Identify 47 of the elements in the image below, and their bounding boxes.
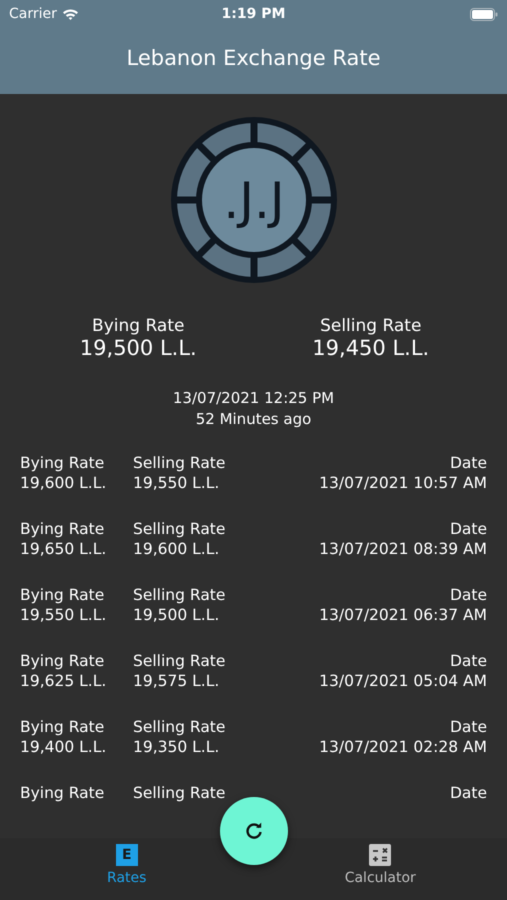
date-value: 13/07/2021 02:28 AM xyxy=(319,737,487,757)
selling-rate-value: 19,550 L.L. xyxy=(133,473,220,493)
selling-rate-value: 19,500 L.L. xyxy=(133,605,220,625)
buying-rate-label: Bying Rate xyxy=(20,651,106,671)
date-label: Date xyxy=(450,717,487,737)
buying-rate-label: Bying Rate xyxy=(20,585,106,605)
buying-rate-value: 19,625 L.L. xyxy=(20,671,108,691)
status-time: 1:19 PM xyxy=(222,6,286,22)
date-value: 13/07/2021 05:04 AM xyxy=(319,671,487,691)
date-label: Date xyxy=(450,519,487,539)
buying-rate-label: Bying Rate xyxy=(20,519,106,539)
date-label: Date xyxy=(450,783,487,803)
buying-rate-value: 19,650 L.L. xyxy=(20,539,108,559)
selling-rate-label: Selling Rate xyxy=(133,783,226,803)
date-label: Date xyxy=(450,453,487,473)
buying-rate-value: 19,600 L.L. xyxy=(20,473,108,493)
buying-rate-value: 19,550 L.L. xyxy=(20,605,108,625)
date-label: Date xyxy=(450,651,487,671)
battery-icon xyxy=(470,8,498,20)
letter-icon: E xyxy=(116,844,138,866)
selling-rate-label: Selling Rate xyxy=(133,585,226,605)
app-title: Lebanon Exchange Rate xyxy=(125,45,382,72)
buying-rate-label: Bying Rate xyxy=(20,783,106,803)
buying-rate-label: Bying Rate xyxy=(92,316,184,336)
buying-rate-value: 19,400 L.L. xyxy=(20,737,108,757)
date-value: 13/07/2021 06:37 AM xyxy=(319,605,487,625)
update-age: 52 Minutes ago xyxy=(196,409,312,430)
wifi-icon xyxy=(62,8,79,20)
calculator-icon xyxy=(369,844,392,866)
selling-rate-label: Selling Rate xyxy=(133,651,226,671)
update-date: 13/07/2021 12:25 PM xyxy=(172,388,334,409)
buying-rate-label: Bying Rate xyxy=(20,717,106,737)
selling-rate-label: Selling Rate xyxy=(133,519,226,539)
selling-rate-value: 19,600 L.L. xyxy=(133,539,220,559)
date-value: 13/07/2021 08:39 AM xyxy=(319,539,487,559)
selling-rate-value: 19,450 L.L. xyxy=(312,336,430,360)
date-value: 13/07/2021 10:57 AM xyxy=(319,473,487,493)
carrier-label: Carrier xyxy=(9,6,57,22)
selling-rate-value: 19,575 L.L. xyxy=(133,671,220,691)
selling-rate-label: Selling Rate xyxy=(133,453,226,473)
selling-rate-label: Selling Rate xyxy=(320,316,422,336)
date-label: Date xyxy=(450,585,487,605)
selling-rate-label: Selling Rate xyxy=(133,717,226,737)
refresh-icon xyxy=(244,821,264,841)
buying-rate-label: Bying Rate xyxy=(20,453,106,473)
buying-rate-value: 19,500 L.L. xyxy=(80,336,197,360)
selling-rate-value: 19,350 L.L. xyxy=(133,737,220,757)
